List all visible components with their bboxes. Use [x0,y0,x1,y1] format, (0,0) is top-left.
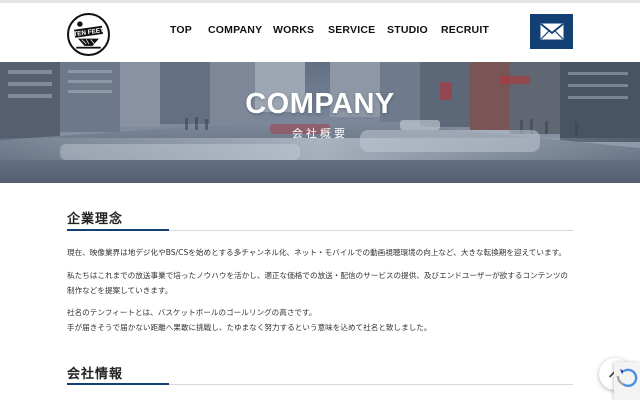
paragraph-line: 社名のテンフィートとは、バスケットボールのゴールリングの高さです。 [67,308,317,317]
nav-works[interactable]: WORKS [273,24,314,36]
recaptcha-icon [616,368,638,388]
nav-top[interactable]: TOP [170,24,192,36]
nav-recruit[interactable]: RECRUIT [441,24,489,36]
city-street-background [0,62,640,183]
philosophy-heading-rule [67,229,573,231]
philosophy-heading: 企業理念 [67,212,124,227]
philosophy-paragraph-1: 現在、映像業界は地デジ化やBS/CSを始めとする多チャンネル化、ネット・モバイル… [67,245,587,260]
paragraph-line: 制作などを提案していきます。 [67,286,173,295]
envelope-icon [539,23,564,40]
contact-mail-button[interactable] [530,14,573,49]
page-title: COMPANY [245,88,395,120]
hero-banner: COMPANY 会社概要 [0,62,640,183]
paragraph-line: 手が届きそうで届かない距離へ果敢に挑戦し、たゆまなく努力するという意味を込めて社… [67,323,432,332]
recaptcha-badge[interactable] [614,362,640,400]
nav-company[interactable]: COMPANY [208,24,262,36]
page-subtitle: 会社概要 [292,127,348,140]
philosophy-paragraph-3: 社名のテンフィートとは、バスケットボールのゴールリングの高さです。 手が届きそう… [67,305,587,335]
nav-studio[interactable]: STUDIO [387,24,428,36]
site-header: TEN FEET TOP COMPANY WORKS SERVICE STUDI… [0,0,640,62]
nav-service[interactable]: SERVICE [328,24,375,36]
paragraph-line: 現在、映像業界は地デジ化やBS/CSを始めとする多チャンネル化、ネット・モバイル… [67,248,566,257]
company-info-heading: 会社情報 [67,367,124,382]
company-info-heading-rule [67,383,573,385]
philosophy-paragraph-2: 私たちはこれまでの放送事業で培ったノウハウを活かし、適正な価格での放送・配信のサ… [67,268,587,298]
paragraph-line: 私たちはこれまでの放送事業で培ったノウハウを活かし、適正な価格での放送・配信のサ… [67,271,569,280]
